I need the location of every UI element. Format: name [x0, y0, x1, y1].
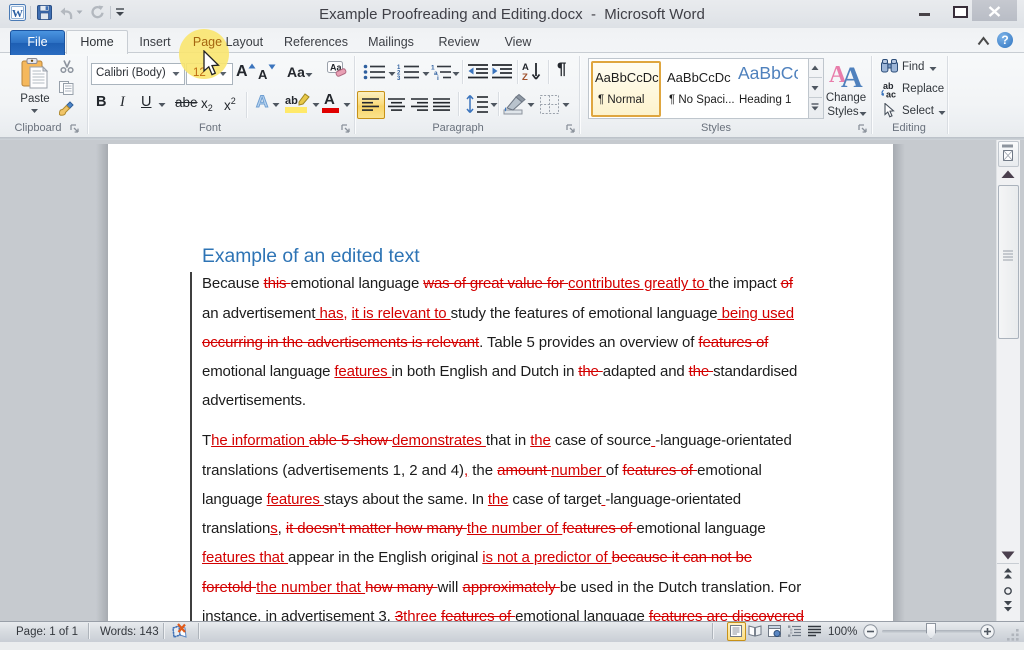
- svg-text:3: 3: [397, 76, 401, 80]
- svg-text:Z: Z: [522, 72, 528, 82]
- svg-text:W: W: [12, 8, 23, 20]
- svg-text:ab: ab: [285, 95, 298, 107]
- svg-text:A: A: [841, 61, 863, 89]
- svg-text:i: i: [437, 75, 439, 80]
- svg-text:ac: ac: [886, 90, 896, 99]
